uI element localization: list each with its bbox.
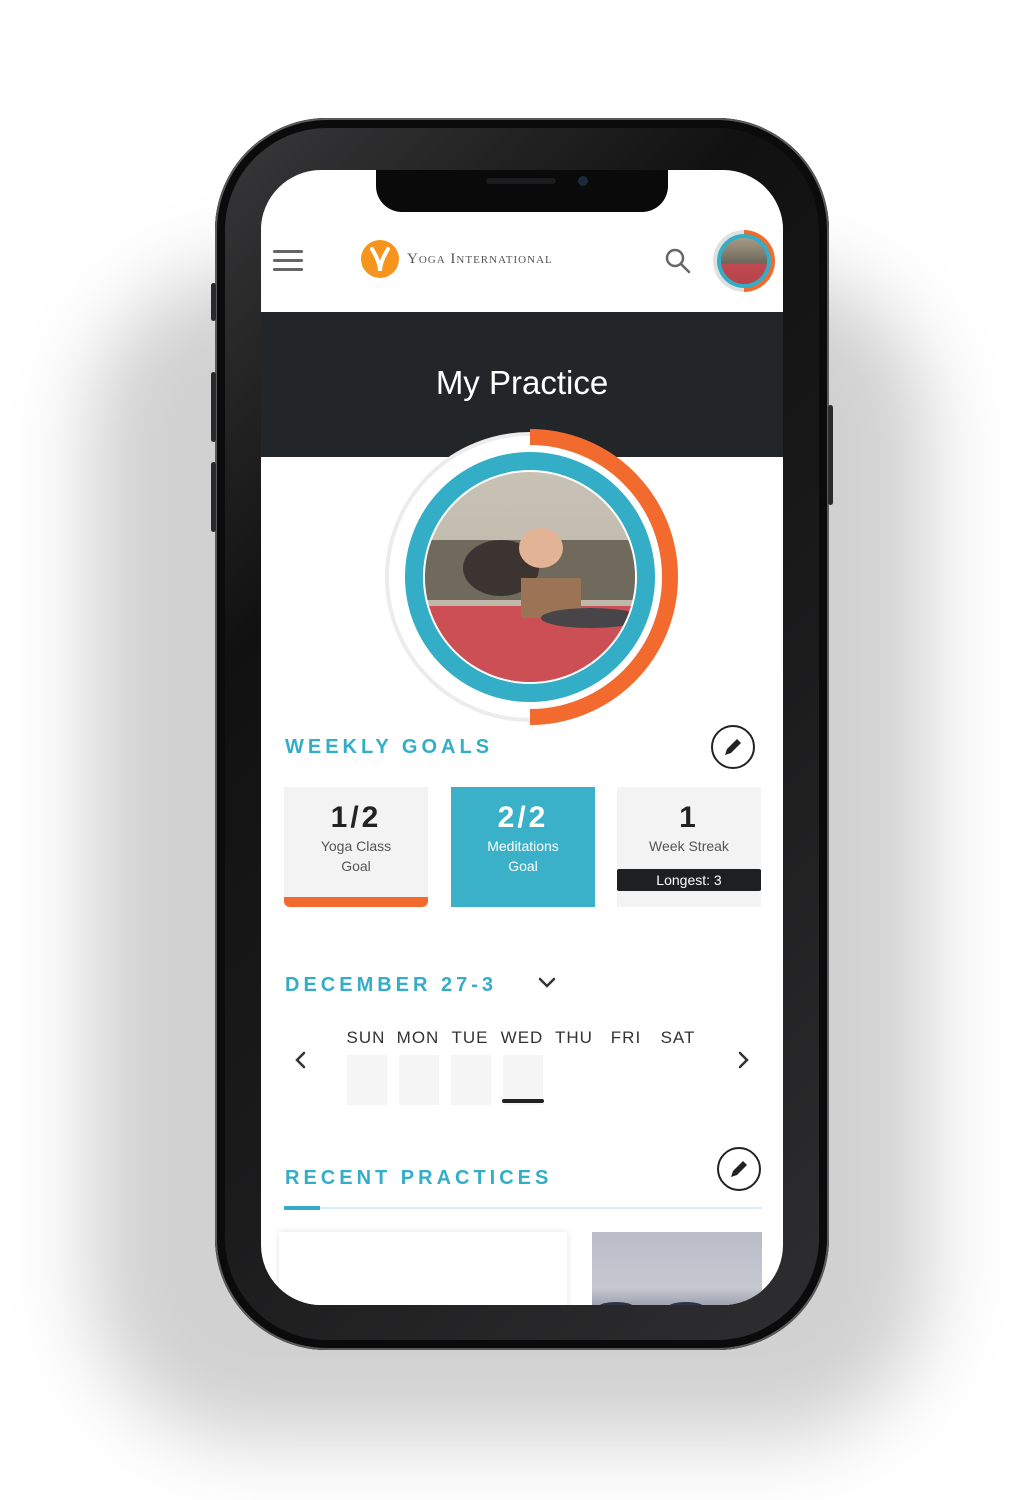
recent-practices-tab-indicator <box>284 1206 320 1210</box>
day-label-sun: SUN <box>346 1028 386 1047</box>
recent-practices-heading: RECENT PRACTICES <box>285 1167 553 1189</box>
goal-progress-bar <box>284 897 428 907</box>
goal-label-line1: Meditations <box>487 838 559 854</box>
app-header: Yoga International <box>261 212 783 312</box>
chevron-down-icon[interactable] <box>534 970 560 996</box>
yoga-international-logo-mark <box>361 240 399 278</box>
power-button <box>828 405 833 505</box>
day-cell-tue[interactable] <box>451 1055 491 1105</box>
practice-card[interactable] <box>279 1232 567 1305</box>
today-indicator <box>502 1099 544 1103</box>
page-title: My Practice <box>435 364 609 401</box>
goal-label-line2: Goal <box>508 858 538 874</box>
weekly-goals-heading: WEEKLY GOALS <box>285 736 494 758</box>
avatar[interactable] <box>713 230 775 292</box>
day-label-fri: FRI <box>610 1028 642 1047</box>
day-cell-wed[interactable] <box>503 1055 543 1105</box>
chevron-left-icon[interactable] <box>287 1046 315 1074</box>
longest-streak-badge: Longest: 3 <box>617 869 761 891</box>
brand-logo[interactable]: Yoga International <box>361 240 553 278</box>
mute-switch <box>211 283 216 321</box>
search-icon[interactable] <box>663 246 693 276</box>
volume-up-button <box>211 372 216 442</box>
goal-value: 1/2 <box>330 801 382 834</box>
day-cell-sun[interactable] <box>347 1055 387 1105</box>
front-camera <box>578 176 588 186</box>
volume-down-button <box>211 462 216 532</box>
pencil-icon <box>725 739 741 755</box>
day-cell-mon[interactable] <box>399 1055 439 1105</box>
edit-practices-button[interactable] <box>717 1147 761 1191</box>
day-label-thu: THU <box>555 1028 593 1047</box>
speaker-grille <box>486 178 556 184</box>
notch <box>376 170 668 212</box>
day-label-tue: TUE <box>451 1028 489 1047</box>
avatar-photo <box>721 238 767 284</box>
day-label-wed: WED <box>500 1028 544 1047</box>
goal-label-line1: Yoga Class <box>320 838 392 854</box>
week-range-label[interactable]: DECEMBER 27-3 <box>285 974 497 997</box>
day-label-sat: SAT <box>660 1028 696 1047</box>
yoga-class-goal-card[interactable]: 1/2 Yoga Class Goal <box>284 787 428 907</box>
hamburger-icon[interactable] <box>273 250 303 274</box>
day-label-mon: MON <box>396 1028 440 1047</box>
streak-label: Week Streak <box>649 838 729 854</box>
pencil-icon <box>731 1161 747 1177</box>
chevron-right-icon[interactable] <box>729 1046 757 1074</box>
goal-value: 2/2 <box>497 801 549 834</box>
phone-screen: Yoga International My Practice WEEKLY GO… <box>261 170 783 1305</box>
meditations-goal-card[interactable]: 2/2 Meditations Goal <box>451 787 595 907</box>
brand-name: Yoga International <box>407 250 553 267</box>
streak-value: 1 <box>679 801 699 834</box>
recent-practices-divider <box>284 1207 762 1209</box>
week-streak-card[interactable]: 1 Week Streak Longest: 3 <box>617 787 761 907</box>
practice-card-thumbnail[interactable] <box>592 1232 762 1305</box>
edit-goals-button[interactable] <box>711 725 755 769</box>
goal-label-line2: Goal <box>341 858 371 874</box>
weekly-progress-ring <box>381 428 679 726</box>
